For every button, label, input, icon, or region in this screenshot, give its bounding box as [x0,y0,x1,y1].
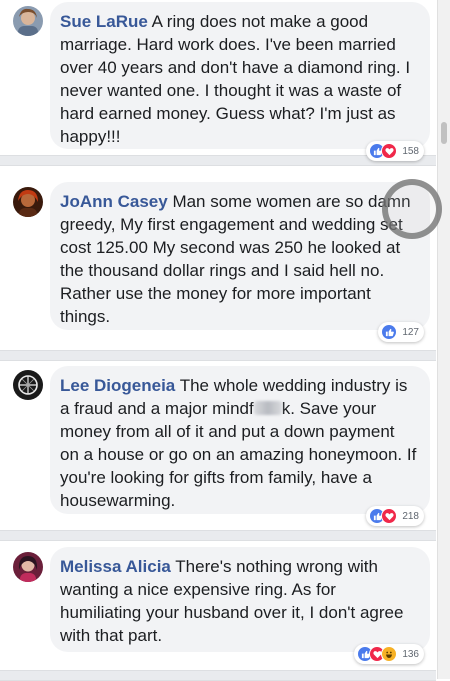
touch-cursor-icon [382,179,442,239]
reaction-count: 127 [402,326,419,338]
comment-bubble: JoAnn Casey Man some women are so damn g… [50,182,430,342]
reaction-count: 218 [402,510,419,522]
comment-author[interactable]: Sue LaRue [60,12,148,31]
comment-author[interactable]: Lee Diogeneia [60,376,175,395]
heart-icon [381,508,398,524]
comment-thread: Sue LaRue A ring does not make a good ma… [0,0,450,681]
avatar[interactable] [13,6,43,36]
comment-separator [0,530,436,541]
comment-author[interactable]: JoAnn Casey [60,192,168,211]
heart-icon [381,143,398,159]
scrollbar-thumb[interactable] [441,122,447,144]
comment-text: A ring does not make a good marriage. Ha… [60,12,411,146]
reaction-summary[interactable]: 218 [366,506,424,526]
laugh-icon [381,646,398,662]
comment-bubble: Melissa Alicia There's nothing wrong wit… [50,547,430,664]
reaction-summary[interactable]: 136 [354,644,424,664]
avatar[interactable] [13,552,43,582]
comment-separator [0,350,436,361]
scrollbar[interactable] [437,0,450,679]
reaction-summary[interactable]: 127 [378,322,424,342]
comment-separator [0,670,436,681]
reaction-count: 136 [402,648,419,660]
censored-word [253,401,282,415]
comment-author[interactable]: Melissa Alicia [60,557,171,576]
comment-text: Man some women are so damn greedy, My fi… [60,192,411,326]
reaction-summary[interactable]: 158 [366,141,424,161]
avatar[interactable] [13,370,43,400]
comment-bubble: Lee Diogeneia The whole wedding industry… [50,366,430,526]
thumbs-up-icon [381,324,398,340]
reaction-count: 158 [402,145,419,157]
comment-bubble: Sue LaRue A ring does not make a good ma… [50,2,430,161]
avatar[interactable] [13,187,43,217]
